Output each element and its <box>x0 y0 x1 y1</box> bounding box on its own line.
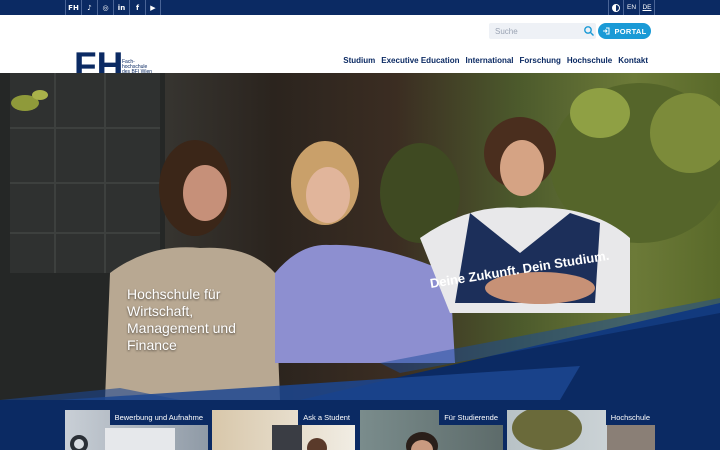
login-icon <box>603 27 610 35</box>
language-en-link[interactable]: EN <box>623 0 639 15</box>
nav-item-kontakt[interactable]: Kontakt <box>618 56 648 65</box>
utility-links: EN DE <box>608 0 655 15</box>
hero-headline: Hochschule für Wirtschaft, Management un… <box>127 286 236 353</box>
card-label: Bewerbung und Aufnahme <box>109 410 208 425</box>
social-links: FH ♪ ◎ in f ▶ <box>65 0 161 15</box>
nav-item-forschung[interactable]: Forschung <box>520 56 561 65</box>
linkedin-icon[interactable]: in <box>113 0 129 15</box>
language-de-link[interactable]: DE <box>639 0 655 15</box>
card-hochschule[interactable]: Hochschule <box>507 410 655 450</box>
card-fuer-studierende[interactable]: Für Studierende <box>360 410 503 450</box>
fh-icon[interactable]: FH <box>65 0 81 15</box>
nav-item-executive-education[interactable]: Executive Education <box>381 56 459 65</box>
search-icon[interactable] <box>583 25 595 37</box>
card-label: Für Studierende <box>439 410 503 425</box>
card-label: Ask a Student <box>298 410 355 425</box>
nav-item-studium[interactable]: Studium <box>343 56 375 65</box>
instagram-icon[interactable]: ◎ <box>97 0 113 15</box>
card-ask-a-student[interactable]: Ask a Student <box>212 410 355 450</box>
search-input[interactable] <box>489 23 596 39</box>
nav-item-international[interactable]: International <box>466 56 514 65</box>
card-bewerbung[interactable]: Bewerbung und Aufnahme <box>65 410 208 450</box>
contrast-toggle-button[interactable] <box>608 0 623 15</box>
top-utility-bar: FH ♪ ◎ in f ▶ EN DE <box>0 0 720 15</box>
facebook-icon[interactable]: f <box>129 0 145 15</box>
tiktok-icon[interactable]: ♪ <box>81 0 97 15</box>
nav-item-hochschule[interactable]: Hochschule <box>567 56 612 65</box>
portal-label: PORTAL <box>614 26 647 36</box>
hero-image <box>0 73 720 400</box>
card-label: Hochschule <box>605 410 655 425</box>
youtube-icon[interactable]: ▶ <box>145 0 161 15</box>
main-navigation: Studium Executive Education Internationa… <box>343 56 648 65</box>
hero-banner: Hochschule für Wirtschaft, Management un… <box>0 73 720 400</box>
contrast-icon <box>612 3 620 12</box>
portal-button[interactable]: PORTAL <box>598 23 651 39</box>
